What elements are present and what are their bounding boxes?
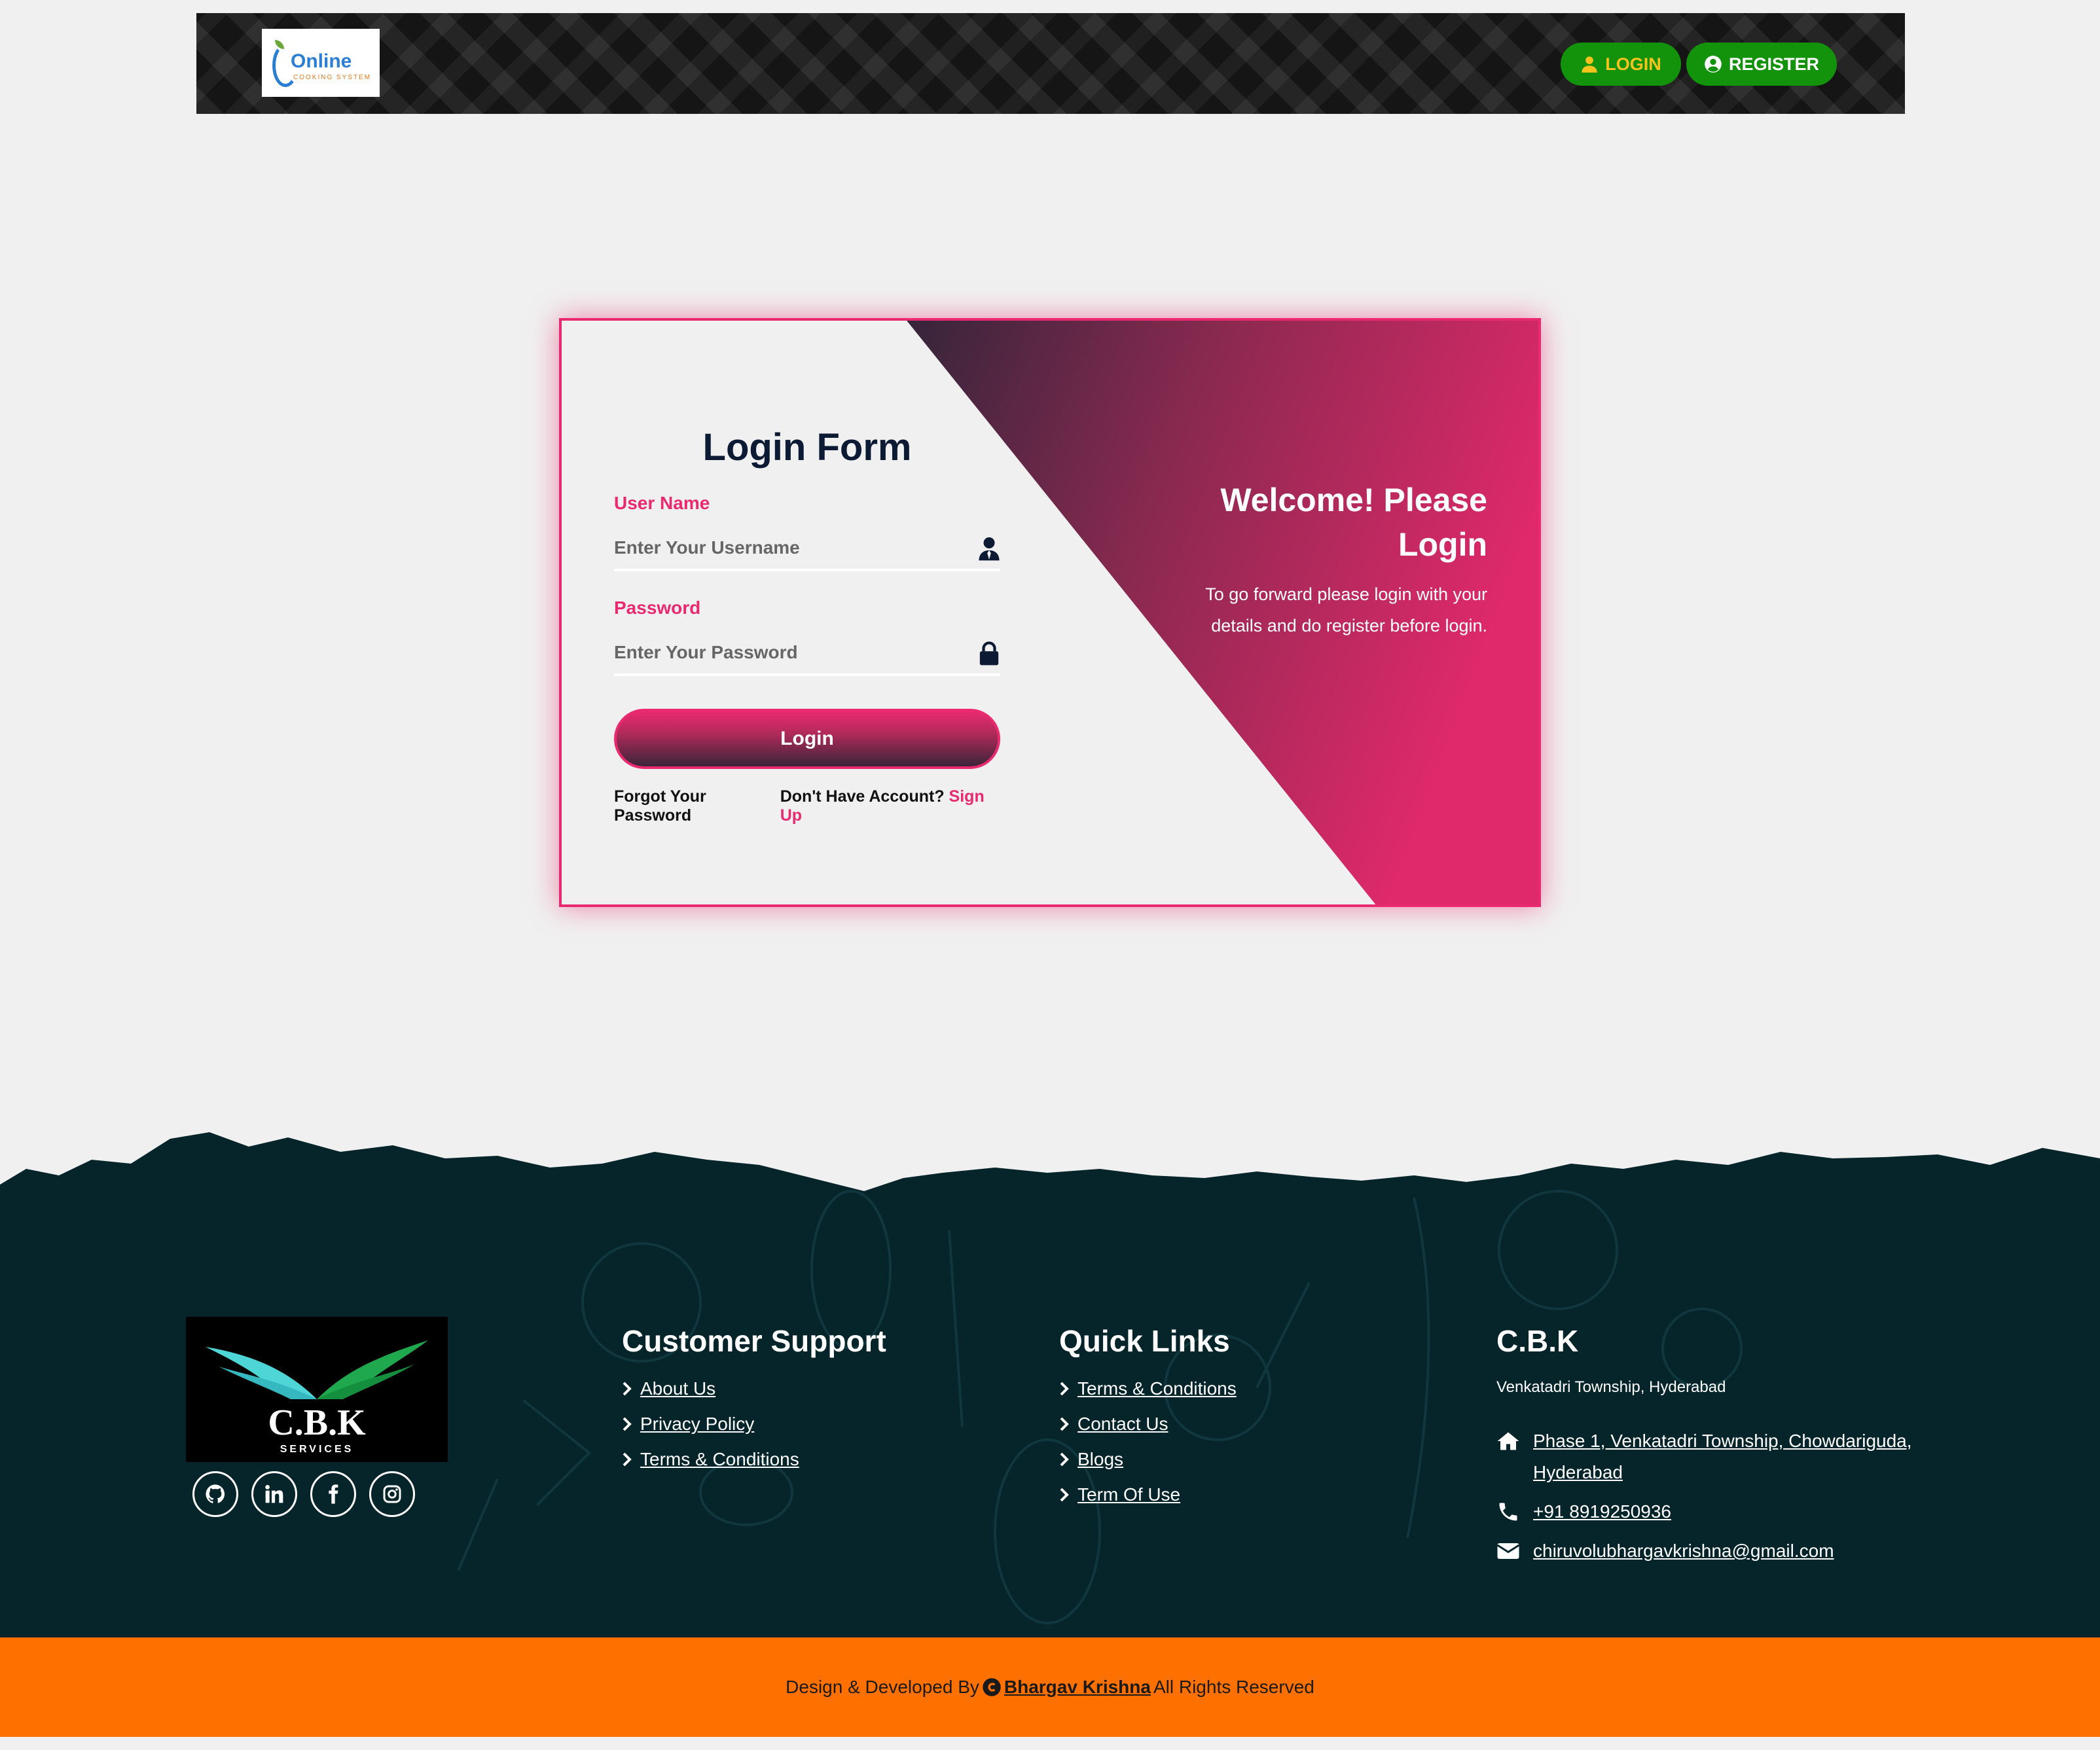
welcome-text: To go forward please login with your det… xyxy=(1205,584,1487,635)
welcome-panel: Welcome! Please Login To go forward plea… xyxy=(1199,478,1487,641)
customer-support-column: Customer Support About Us Privacy Policy… xyxy=(622,1323,886,1484)
site-header: Online COOKING SYSTEM LOGIN REGISTER xyxy=(196,13,1905,114)
welcome-heading: Welcome! Please Login xyxy=(1220,482,1487,563)
quick-links-list: Terms & Conditions Contact Us Blogs Term… xyxy=(1059,1378,1237,1505)
quick-links-title: Quick Links xyxy=(1059,1324,1230,1358)
chevron-right-icon xyxy=(1060,1452,1069,1467)
username-field-wrapper xyxy=(614,528,1000,571)
form-title: Login Form xyxy=(702,426,912,469)
facebook-icon xyxy=(329,1484,338,1504)
author-link[interactable]: Bhargav Krishna xyxy=(1004,1677,1151,1698)
password-input[interactable] xyxy=(614,633,1000,672)
cbk-logo: C.B.K SERVICES xyxy=(186,1317,448,1462)
blogs-link[interactable]: Blogs xyxy=(1077,1449,1123,1470)
list-item: Contact Us xyxy=(1059,1414,1237,1435)
chevron-right-icon xyxy=(1060,1488,1069,1502)
chevron-right-icon xyxy=(623,1382,632,1396)
contact-us-link[interactable]: Contact Us xyxy=(1077,1414,1168,1435)
instagram-icon xyxy=(383,1485,401,1503)
chevron-right-icon xyxy=(623,1452,632,1467)
chevron-right-icon xyxy=(623,1417,632,1431)
site-footer: C.B.K SERVICES Customer Support About Us… xyxy=(0,1113,2100,1637)
linkedin-icon xyxy=(265,1485,283,1503)
username-input[interactable] xyxy=(614,528,1000,567)
site-logo[interactable]: Online COOKING SYSTEM xyxy=(262,29,380,97)
linkedin-link[interactable] xyxy=(251,1471,297,1517)
privacy-policy-link[interactable]: Privacy Policy xyxy=(640,1414,754,1435)
email-link[interactable]: chiruvolubhargavkrishna@gmail.com xyxy=(1533,1535,1834,1567)
copyright-bar: Design & Developed By Bhargav Krishna Al… xyxy=(0,1637,2100,1737)
logo-mark: Online COOKING SYSTEM xyxy=(268,33,373,92)
terms-conditions-link[interactable]: Terms & Conditions xyxy=(640,1449,799,1470)
copyright-suffix: All Rights Reserved xyxy=(1153,1677,1314,1697)
list-item: Terms & Conditions xyxy=(1059,1378,1237,1399)
no-account-text: Don't Have Account? xyxy=(780,787,945,806)
list-item: Term Of Use xyxy=(1059,1484,1237,1505)
short-address: Venkatadri Township, Hyderabad xyxy=(1496,1378,1726,1396)
phone-row: +91 8919250936 xyxy=(1496,1496,1915,1527)
wings-icon xyxy=(206,1340,428,1399)
copyright-icon xyxy=(983,1678,1001,1696)
customer-support-title: Customer Support xyxy=(622,1324,886,1358)
header-login-label: LOGIN xyxy=(1605,54,1661,74)
login-card: Login Form User Name Password Login Forg… xyxy=(559,318,1541,907)
username-label: User Name xyxy=(614,493,710,513)
phone-link[interactable]: +91 8919250936 xyxy=(1533,1496,1671,1527)
envelope-icon xyxy=(1496,1543,1520,1559)
header-register-label: REGISTER xyxy=(1728,54,1820,74)
header-login-button[interactable]: LOGIN xyxy=(1561,43,1681,86)
password-label: Password xyxy=(614,598,701,618)
github-icon xyxy=(206,1484,225,1503)
facebook-link[interactable] xyxy=(310,1471,356,1517)
user-circle-icon xyxy=(1705,56,1722,73)
cbk-contact-column: C.B.K Venkatadri Township, Hyderabad Pha… xyxy=(1496,1323,1915,1575)
forgot-password-link[interactable]: Forgot Your Password xyxy=(614,787,780,825)
list-item: About Us xyxy=(622,1378,886,1399)
instagram-link[interactable] xyxy=(369,1471,415,1517)
form-links: Forgot Your Password Don't Have Account?… xyxy=(614,787,1000,825)
signup-prompt: Don't Have Account? Sign Up xyxy=(780,787,1000,825)
customer-support-links: About Us Privacy Policy Terms & Conditio… xyxy=(622,1378,886,1470)
chevron-right-icon xyxy=(1060,1417,1069,1431)
logo-text: Online xyxy=(291,50,352,72)
password-field-wrapper xyxy=(614,633,1000,676)
user-tie-icon xyxy=(979,537,1000,561)
term-of-use-link[interactable]: Term Of Use xyxy=(1077,1484,1180,1505)
login-submit-button[interactable]: Login xyxy=(614,709,1000,769)
cbk-logo-title: C.B.K xyxy=(268,1402,366,1443)
logo-subtext: COOKING SYSTEM xyxy=(293,74,372,81)
about-us-link[interactable]: About Us xyxy=(640,1378,715,1399)
header-register-button[interactable]: REGISTER xyxy=(1686,43,1837,86)
copyright-prefix: Design & Developed By xyxy=(786,1677,979,1697)
cbk-logo-subtitle: SERVICES xyxy=(280,1444,354,1455)
chevron-right-icon xyxy=(1060,1382,1069,1396)
list-item: Privacy Policy xyxy=(622,1414,886,1435)
user-icon xyxy=(1582,56,1597,73)
lock-icon xyxy=(979,641,999,666)
phone-icon xyxy=(1499,1503,1517,1521)
home-icon xyxy=(1497,1432,1519,1450)
github-link[interactable] xyxy=(192,1471,238,1517)
login-form: Login Form User Name Password Login Forg… xyxy=(614,425,1000,825)
list-item: Blogs xyxy=(1059,1449,1237,1470)
quick-links-column: Quick Links Terms & Conditions Contact U… xyxy=(1059,1323,1237,1520)
social-links xyxy=(192,1471,415,1517)
cbk-column-title: C.B.K xyxy=(1496,1324,1579,1358)
address-row: Phase 1, Venkatadri Township, Chowdarigu… xyxy=(1496,1425,1915,1488)
quick-terms-link[interactable]: Terms & Conditions xyxy=(1077,1378,1237,1399)
email-row: chiruvolubhargavkrishna@gmail.com xyxy=(1496,1535,1915,1567)
full-address-link[interactable]: Phase 1, Venkatadri Township, Chowdarigu… xyxy=(1533,1425,1915,1488)
list-item: Terms & Conditions xyxy=(622,1449,886,1470)
